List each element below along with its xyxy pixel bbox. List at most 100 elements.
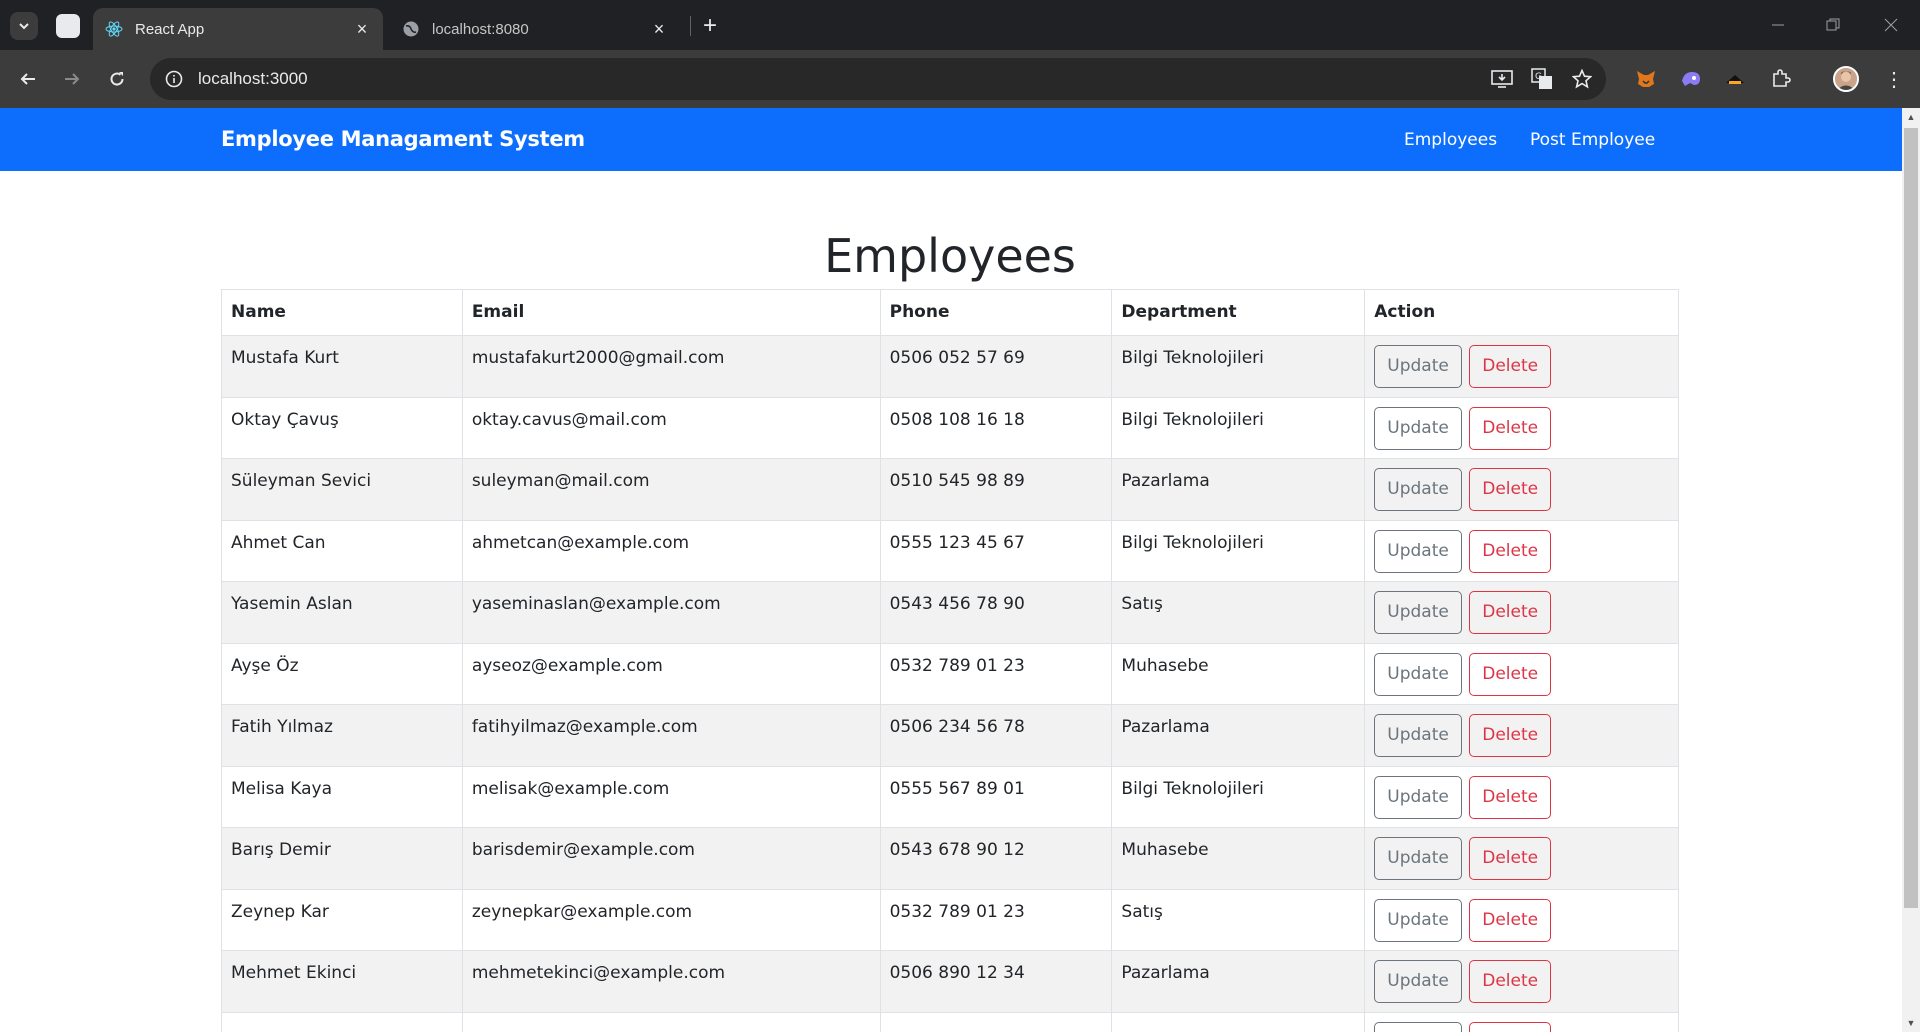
cell-department: Muhasebe	[1111, 642, 1366, 705]
update-button[interactable]: Update	[1374, 345, 1462, 388]
navbar-brand[interactable]: Employee Managament System	[221, 127, 585, 151]
delete-button[interactable]: Delete	[1469, 714, 1552, 757]
column-header-department: Department	[1111, 289, 1366, 336]
cell-department: Pazarlama	[1111, 704, 1366, 767]
cell-name: Yasemin Aslan	[221, 581, 463, 644]
cell-name: Mehmet Ekinci	[221, 950, 463, 1013]
close-icon[interactable]: ×	[650, 19, 668, 39]
update-button[interactable]: Update	[1374, 529, 1462, 573]
cell-phone: 0506 890 12 34	[879, 950, 1113, 1013]
update-button[interactable]: Update	[1374, 406, 1462, 450]
url-text: localhost:3000	[198, 69, 308, 88]
window-close-icon[interactable]	[1876, 10, 1906, 40]
cell-email: yaseminaslan@example.com	[461, 581, 881, 644]
address-bar[interactable]: localhost:3000 G	[150, 58, 1606, 100]
back-icon[interactable]	[12, 63, 44, 95]
cell-phone: 0543 678 90 12	[879, 827, 1113, 890]
cell-email: suleyman@mail.com	[461, 458, 881, 521]
cell-department: Pazarlama	[1111, 458, 1366, 521]
cell-name	[221, 1011, 463, 1032]
scroll-down-arrow-icon[interactable]: ▼	[1902, 1014, 1920, 1032]
column-header-phone: Phone	[879, 289, 1113, 336]
star-icon[interactable]	[1570, 67, 1594, 91]
reload-icon[interactable]	[101, 63, 133, 95]
tab-group-icon[interactable]	[56, 14, 80, 38]
close-icon[interactable]: ×	[353, 19, 371, 39]
table-body: Mustafa Kurt mustafakurt2000@gmail.com 0…	[221, 335, 1679, 1032]
delete-button[interactable]: Delete	[1469, 345, 1552, 388]
tab-search-button[interactable]	[10, 12, 38, 40]
column-header-email: Email	[461, 289, 881, 336]
update-button[interactable]: Update	[1374, 960, 1462, 1003]
scrollbar-thumb[interactable]	[1904, 128, 1918, 908]
delete-button[interactable]: Delete	[1469, 406, 1552, 450]
update-button[interactable]: Update	[1374, 652, 1462, 696]
cell-action: Update Delete	[1364, 581, 1679, 644]
forward-icon[interactable]	[56, 63, 88, 95]
cell-email: zeynepkar@example.com	[461, 888, 881, 951]
update-button[interactable]: Update	[1374, 898, 1462, 942]
cell-action: Update Delete	[1364, 519, 1679, 582]
cell-email: barisdemir@example.com	[461, 827, 881, 890]
translate-icon[interactable]: G	[1530, 67, 1554, 91]
cell-email: oktay.cavus@mail.com	[461, 396, 881, 459]
delete-button[interactable]: Delete	[1469, 775, 1552, 819]
nav-link-post-employee[interactable]: Post Employee	[1530, 130, 1655, 150]
nav-link-employees[interactable]: Employees	[1404, 130, 1497, 150]
cell-phone	[879, 1011, 1113, 1032]
delete-button[interactable]: Delete	[1469, 591, 1552, 634]
cell-department: Bilgi Teknolojileri	[1111, 765, 1366, 828]
update-button[interactable]: Update	[1374, 837, 1462, 880]
extension-purple-icon[interactable]	[1677, 65, 1705, 93]
menu-icon[interactable]: ⋮	[1880, 65, 1908, 93]
table-row: Ahmet Can ahmetcan@example.com 0555 123 …	[221, 519, 1679, 582]
update-button[interactable]: Update	[1374, 714, 1462, 757]
table-row: Update Delete	[221, 1011, 1679, 1032]
cell-phone: 0543 456 78 90	[879, 581, 1113, 644]
cell-department: Bilgi Teknolojileri	[1111, 335, 1366, 398]
site-info-icon[interactable]	[162, 67, 186, 91]
cell-name: Ahmet Can	[221, 519, 463, 582]
delete-button[interactable]: Delete	[1469, 898, 1552, 942]
cell-action: Update Delete	[1364, 458, 1679, 521]
cell-action: Update Delete	[1364, 335, 1679, 398]
cell-email	[461, 1011, 881, 1032]
cell-action: Update Delete	[1364, 765, 1679, 828]
install-icon[interactable]	[1490, 67, 1514, 91]
extension-dark-icon[interactable]	[1721, 65, 1749, 93]
scroll-up-arrow-icon[interactable]: ▲	[1902, 108, 1920, 126]
profile-avatar[interactable]	[1833, 66, 1859, 92]
delete-button[interactable]: Delete	[1469, 960, 1552, 1003]
update-button[interactable]: Update	[1374, 1021, 1462, 1032]
delete-button[interactable]: Delete	[1469, 837, 1552, 880]
cell-email: ahmetcan@example.com	[461, 519, 881, 582]
cell-name: Zeynep Kar	[221, 888, 463, 951]
cell-department: Bilgi Teknolojileri	[1111, 519, 1366, 582]
tab-localhost-8080[interactable]: localhost:8080 ×	[390, 8, 680, 50]
tab-react-app[interactable]: React App ×	[93, 8, 383, 50]
metamask-icon[interactable]	[1632, 65, 1660, 93]
restore-icon[interactable]	[1818, 10, 1848, 40]
update-button[interactable]: Update	[1374, 775, 1462, 819]
table-row: Mehmet Ekinci mehmetekinci@example.com 0…	[221, 950, 1679, 1013]
tab-title: React App	[135, 20, 205, 38]
delete-button[interactable]: Delete	[1469, 468, 1552, 511]
table-row: Oktay Çavuş oktay.cavus@mail.com 0508 10…	[221, 396, 1679, 459]
update-button[interactable]: Update	[1374, 591, 1462, 634]
cell-email: melisak@example.com	[461, 765, 881, 828]
page-scrollbar[interactable]: ▲ ▼	[1902, 108, 1920, 1032]
cell-name: Fatih Yılmaz	[221, 704, 463, 767]
delete-button[interactable]: Delete	[1469, 652, 1552, 696]
page-title: Employees	[824, 229, 1076, 283]
cell-email: mustafakurt2000@gmail.com	[461, 335, 881, 398]
delete-button[interactable]: Delete	[1469, 529, 1552, 573]
puzzle-icon[interactable]	[1767, 65, 1795, 93]
plus-icon[interactable]: +	[697, 12, 723, 39]
update-button[interactable]: Update	[1374, 468, 1462, 511]
cell-action: Update Delete	[1364, 704, 1679, 767]
cell-department	[1111, 1011, 1366, 1032]
minimize-icon[interactable]	[1763, 10, 1793, 40]
cell-action: Update Delete	[1364, 950, 1679, 1013]
table-row: Yasemin Aslan yaseminaslan@example.com 0…	[221, 581, 1679, 644]
delete-button[interactable]: Delete	[1469, 1021, 1552, 1032]
